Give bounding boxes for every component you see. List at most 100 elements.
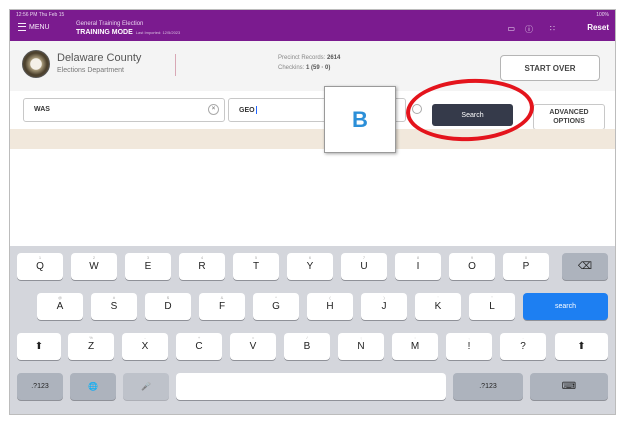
shift-key-left[interactable]: ⬆ — [17, 333, 61, 360]
precinct-records-value: 2614 — [327, 55, 341, 61]
key-hint: ; — [360, 335, 362, 340]
key-1-7[interactable]: ' K — [415, 293, 461, 320]
key-1-4[interactable]: * G — [253, 293, 299, 320]
key-1-8[interactable]: " L — [469, 293, 515, 320]
key-label: T — [252, 261, 260, 272]
clear-icon[interactable]: × — [208, 104, 219, 115]
key-2-7[interactable]: ,! — [446, 333, 492, 360]
help-icon[interactable]: ⓘ — [525, 24, 533, 35]
key-hint: / — [306, 335, 308, 340]
space-key[interactable] — [176, 373, 446, 400]
key-hint: * — [275, 295, 277, 300]
key-label: L — [489, 301, 495, 312]
key-0-1[interactable]: 2W — [71, 253, 117, 280]
key-hint: ' — [437, 295, 439, 300]
key-1-0[interactable]: @ A — [37, 293, 83, 320]
globe-key[interactable]: 🌐 — [70, 373, 116, 400]
key-0-5[interactable]: 6Y — [287, 253, 333, 280]
signal-icon: ∷ — [549, 24, 555, 33]
hide-keyboard-key[interactable]: ⌨ — [530, 373, 608, 400]
advanced-options-button[interactable]: ADVANCED OPTIONS — [533, 104, 605, 130]
key-2-2[interactable]: + C — [176, 333, 222, 360]
key-2-6[interactable]: :M — [392, 333, 438, 360]
key-label: X — [141, 341, 149, 352]
key-label: A — [56, 301, 64, 312]
key-hint: + — [197, 335, 201, 340]
key-label: V — [249, 341, 257, 352]
key-label: N — [357, 341, 365, 352]
numbers-key-left[interactable]: .?123 — [17, 373, 63, 400]
app-frame: 12:56 PM Thu Feb 15 100% MENU General Tr… — [9, 9, 616, 415]
key-0-2[interactable]: 3E — [125, 253, 171, 280]
key-label: U — [360, 261, 368, 272]
key-1-1[interactable]: # S — [91, 293, 137, 320]
key-hint: 5 — [254, 255, 258, 260]
key-hint: 6 — [308, 255, 312, 260]
results-area — [10, 149, 615, 246]
key-hint: : — [414, 335, 416, 340]
keyboard-icon: ⌨ — [561, 381, 577, 392]
key-hint: ( — [329, 295, 331, 300]
precinct-records-label: Precinct Records: — [278, 55, 326, 61]
key-label: M — [410, 341, 420, 352]
key-label: F — [218, 301, 226, 312]
first-name-text: GEO — [239, 106, 255, 114]
key-0-4[interactable]: 5T — [233, 253, 279, 280]
key-label: D — [164, 301, 172, 312]
key-hint: , — [468, 335, 470, 340]
key-0-3[interactable]: 4R — [179, 253, 225, 280]
key-1-6[interactable]: ) J — [361, 293, 407, 320]
numbers-key-right[interactable]: .?123 — [453, 373, 523, 400]
start-over-button[interactable]: START OVER — [500, 55, 600, 81]
key-hint: 7 — [362, 255, 366, 260]
key-hint: # — [112, 295, 116, 300]
checkins-value: 1 (59 · 0) — [306, 65, 331, 71]
key-hint: $ — [166, 295, 170, 300]
key-label: E — [144, 261, 152, 272]
mode-label: TRAINING MODE Last Imported: 12/5/2023 — [76, 29, 180, 36]
dictation-key[interactable]: 🎤 — [123, 373, 169, 400]
key-2-0[interactable]: % Z — [68, 333, 114, 360]
key-0-9[interactable]: 0P — [503, 253, 549, 280]
shift-icon: ⬆ — [577, 341, 586, 352]
key-2-5[interactable]: ; N — [338, 333, 384, 360]
key-0-7[interactable]: 8I — [395, 253, 441, 280]
search-key[interactable]: search — [523, 293, 608, 320]
key-label: O — [468, 261, 476, 272]
key-hint: 8 — [416, 255, 420, 260]
key-hint: 9 — [470, 255, 474, 260]
key-1-5[interactable]: (H — [307, 293, 353, 320]
delete-key[interactable]: ⌫ — [562, 253, 608, 280]
key-label: C — [195, 341, 203, 352]
hamburger-icon — [18, 23, 26, 31]
key-label: R — [198, 261, 206, 272]
key-1-2[interactable]: $ D — [145, 293, 191, 320]
search-row: WAS × GEO B Search ADVANCED OPTIONS — [10, 75, 615, 153]
key-label: Q — [36, 261, 44, 272]
key-2-3[interactable]: = V — [230, 333, 276, 360]
key-label: J — [381, 301, 387, 312]
key-label: K — [434, 301, 442, 312]
precinct-records: Precinct Records: 2614 — [278, 55, 340, 61]
key-hint: 1 — [38, 255, 42, 260]
shift-key-right[interactable]: ⬆ — [555, 333, 608, 360]
key-label: ? — [520, 341, 526, 352]
menu-button[interactable]: MENU — [18, 23, 50, 31]
key-hint: " — [491, 295, 493, 300]
results-header-strip — [10, 129, 615, 149]
key-0-6[interactable]: 7U — [341, 253, 387, 280]
key-0-0[interactable]: 1Q — [17, 253, 63, 280]
key-1-3[interactable]: & F — [199, 293, 245, 320]
key-hint: 2 — [92, 255, 96, 260]
chat-icon[interactable]: ▭ — [507, 24, 515, 33]
key-2-4[interactable]: / B — [284, 333, 330, 360]
county-seal-icon — [22, 50, 50, 78]
reset-button[interactable]: Reset — [587, 23, 609, 32]
divider — [175, 54, 176, 76]
key-0-8[interactable]: 9O — [449, 253, 495, 280]
key-2-1[interactable]: -X — [122, 333, 168, 360]
last-name-input[interactable]: WAS × — [23, 98, 225, 122]
key-2-8[interactable]: .? — [500, 333, 546, 360]
key-hint: = — [251, 335, 255, 340]
key-label: H — [326, 301, 334, 312]
